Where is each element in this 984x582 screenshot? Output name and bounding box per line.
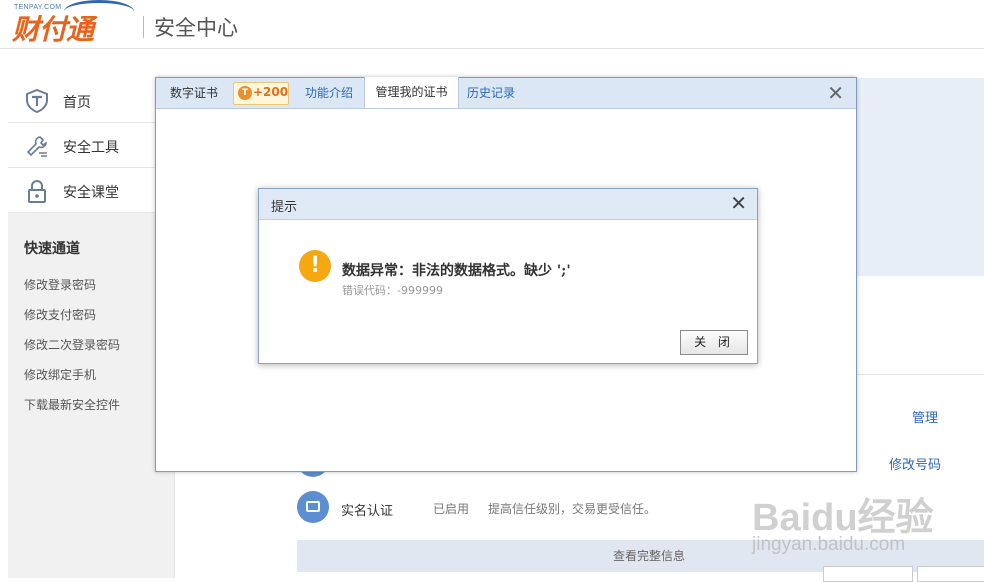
sidebar-item-label: 安全工具 xyxy=(63,140,119,156)
view-full-info-label: 查看完整信息 xyxy=(613,549,686,563)
alert-title-bar: 提示 ✕ xyxy=(259,189,757,220)
watermark-url: jingyan.baidu.com xyxy=(752,534,906,555)
quick-link-download-control[interactable]: 下载最新安全控件 xyxy=(24,396,120,413)
error-code: 错误代码：-999999 xyxy=(342,284,443,297)
alert-message: 数据异常：非法的数据格式。缺少 ';' xyxy=(342,263,571,279)
sidebar-item-class[interactable]: 安全课堂 xyxy=(8,168,155,213)
sidebar-item-tools[interactable]: 安全工具 xyxy=(8,123,155,168)
close-button[interactable]: 关 闭 xyxy=(680,330,748,355)
page-header: TENPAY.COM 财付通 安全中心 xyxy=(0,0,984,49)
close-icon[interactable]: ✕ xyxy=(730,193,747,213)
logo-text: 财付通 xyxy=(12,13,94,46)
realname-label: 实名认证 xyxy=(341,504,394,519)
sidebar: 首页 安全工具 安全课堂 快速通道 修改登录密码 修改支付密码 修改二次登录密码… xyxy=(8,78,175,578)
sidebar-item-label: 安全课堂 xyxy=(63,185,119,201)
baidu-watermark: Baidu经验 jingyan.baidu.com xyxy=(752,470,984,560)
points-value: +200 xyxy=(253,85,289,99)
page-title: 安全中心 xyxy=(154,16,238,40)
quick-link-second-password[interactable]: 修改二次登录密码 xyxy=(24,336,120,353)
certificate-tabs: 数字证书 T +200 功能介绍 管理我的证书 历史记录 ✕ xyxy=(156,77,856,109)
close-icon[interactable]: ✕ xyxy=(827,83,844,103)
lock-icon xyxy=(28,180,46,203)
bottom-buttons xyxy=(823,566,984,582)
watermark-brand: Baidu经验 xyxy=(752,497,934,539)
tab-manage-certificates[interactable]: 管理我的证书 xyxy=(364,77,459,108)
alert-title: 提示 xyxy=(271,200,298,215)
bottom-button-1[interactable] xyxy=(823,566,913,582)
quick-access-title: 快速通道 xyxy=(24,241,80,257)
alert-dialog: 提示 ✕ ! 数据异常：非法的数据格式。缺少 ';' 错误代码：-999999 … xyxy=(258,188,758,364)
sidebar-item-home[interactable]: 首页 xyxy=(8,78,155,123)
shield-t-icon xyxy=(26,89,48,113)
tenpay-logo[interactable]: TENPAY.COM 财付通 xyxy=(6,0,134,46)
tab-history[interactable]: 历史记录 xyxy=(467,78,515,108)
sidebar-item-label: 首页 xyxy=(63,95,91,111)
main-banner xyxy=(855,78,984,276)
warning-icon: ! xyxy=(299,250,331,282)
id-card-icon xyxy=(297,491,329,523)
t-coin-icon: T xyxy=(238,86,252,100)
points-badge: T +200 xyxy=(233,82,289,105)
manage-link[interactable]: 管理 xyxy=(912,407,938,426)
quick-link-bind-phone[interactable]: 修改绑定手机 xyxy=(24,366,96,383)
tab-feature-intro[interactable]: 功能介绍 xyxy=(305,78,353,108)
quick-link-login-password[interactable]: 修改登录密码 xyxy=(24,276,96,293)
realname-description: 提高信任级别，交易更受信任。 xyxy=(488,502,657,516)
realname-status: 已启用 xyxy=(433,502,470,516)
bottom-button-2[interactable] xyxy=(917,566,984,582)
quick-link-pay-password[interactable]: 修改支付密码 xyxy=(24,306,96,323)
wrench-icon xyxy=(26,136,47,157)
tab-digital-certificate[interactable]: 数字证书 xyxy=(170,78,218,108)
header-divider xyxy=(143,16,144,38)
